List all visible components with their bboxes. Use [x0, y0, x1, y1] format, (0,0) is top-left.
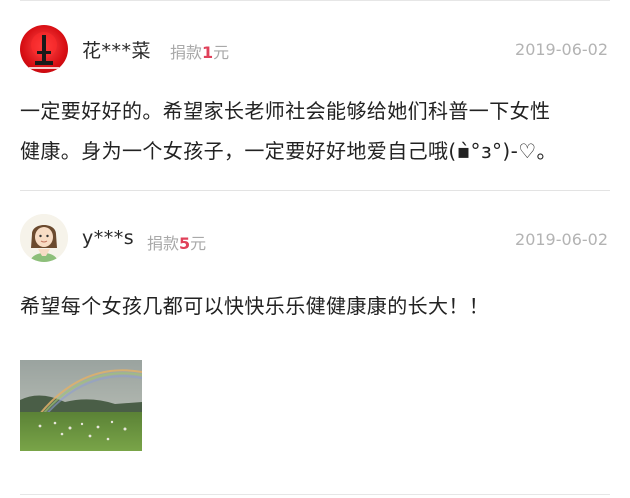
donation-label: 捐款	[147, 234, 180, 253]
red-tower-avatar-icon	[29, 32, 59, 69]
comment-text: 一定要好好的。希望家长老师社会能够给她们科普一下女性 健康。身为一个女孩子，一定…	[20, 91, 610, 171]
user-name[interactable]: y***s	[82, 227, 134, 249]
donation-amount: 1	[202, 43, 214, 62]
comment-text-line: 希望每个女孩几都可以快快乐乐健健康康的长大！！	[20, 294, 490, 318]
donation-label: 捐款	[170, 43, 203, 62]
comment-text-line: 一定要好好的。希望家长老师社会能够给她们科普一下女性	[20, 99, 551, 123]
bottom-divider	[20, 494, 610, 495]
rainbow-meadow-photo-icon	[20, 360, 142, 451]
donation-unit: 元	[213, 43, 230, 62]
avatar[interactable]	[20, 25, 68, 73]
avatar[interactable]	[20, 214, 68, 262]
comment-item: 花***菜 捐款1元 2019-06-02 一定要好好的。希望家长老师社会能够给…	[0, 0, 630, 190]
comment-text: 希望每个女孩几都可以快快乐乐健健康康的长大！！	[20, 286, 610, 326]
comment-date: 2019-06-02	[515, 40, 608, 59]
comment-photo[interactable]	[20, 360, 142, 451]
donation-amount: 5	[179, 234, 191, 253]
donation-info: 捐款1元	[170, 39, 229, 63]
cartoon-girl-avatar-icon	[20, 214, 68, 262]
comment-date: 2019-06-02	[515, 230, 608, 249]
donation-unit: 元	[190, 234, 207, 253]
donation-info: 捐款5元	[147, 230, 206, 254]
comment-text-line: 健康。身为一个女孩子，一定要好好地爱自己哦(▪̀°з°)-♡。	[20, 139, 557, 163]
user-name[interactable]: 花***菜	[82, 36, 151, 63]
comment-item: y***s 捐款5元 2019-06-02 希望每个女孩几都可以快快乐乐健健康康…	[0, 191, 630, 498]
